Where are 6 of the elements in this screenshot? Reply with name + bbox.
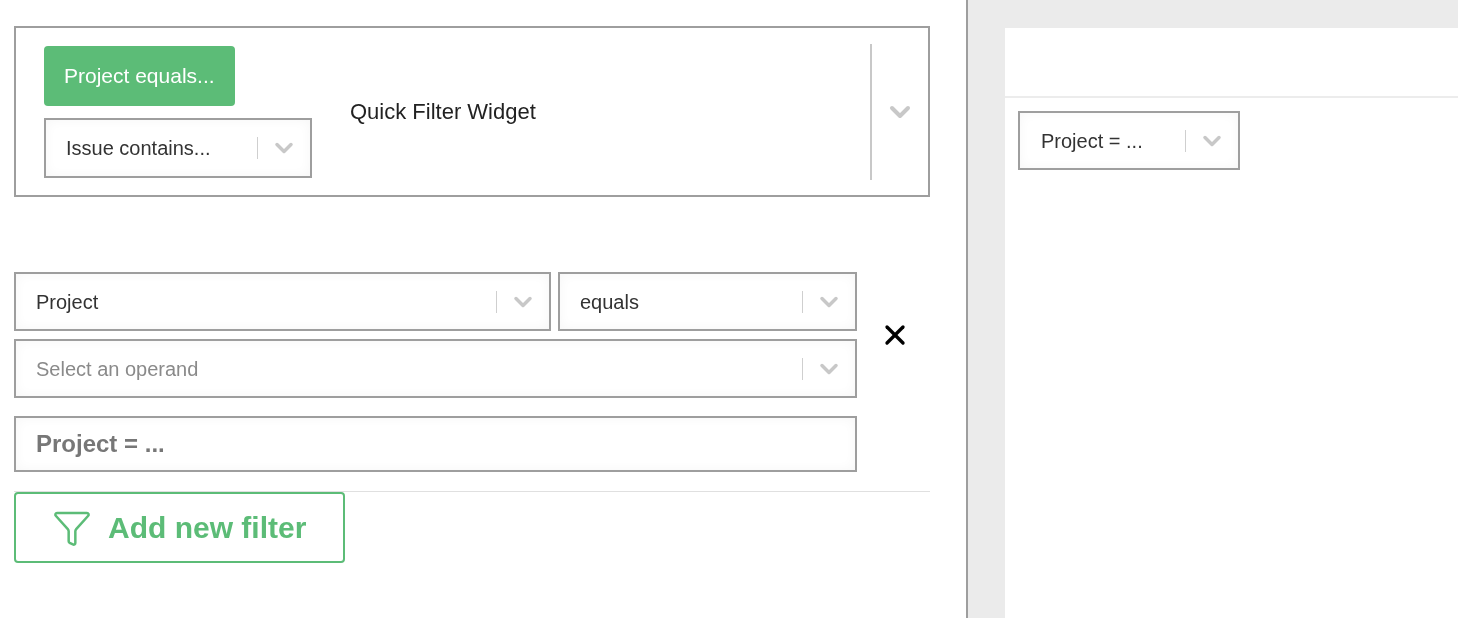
- operator-select[interactable]: equals: [558, 272, 857, 331]
- widget-title: Quick Filter Widget: [350, 98, 537, 126]
- preview-dropdown[interactable]: Project = ...: [1018, 111, 1240, 170]
- filter-dropdown[interactable]: Issue contains...: [44, 117, 312, 178]
- field-select[interactable]: Project: [14, 272, 551, 331]
- label-field[interactable]: Project = ...: [14, 416, 857, 472]
